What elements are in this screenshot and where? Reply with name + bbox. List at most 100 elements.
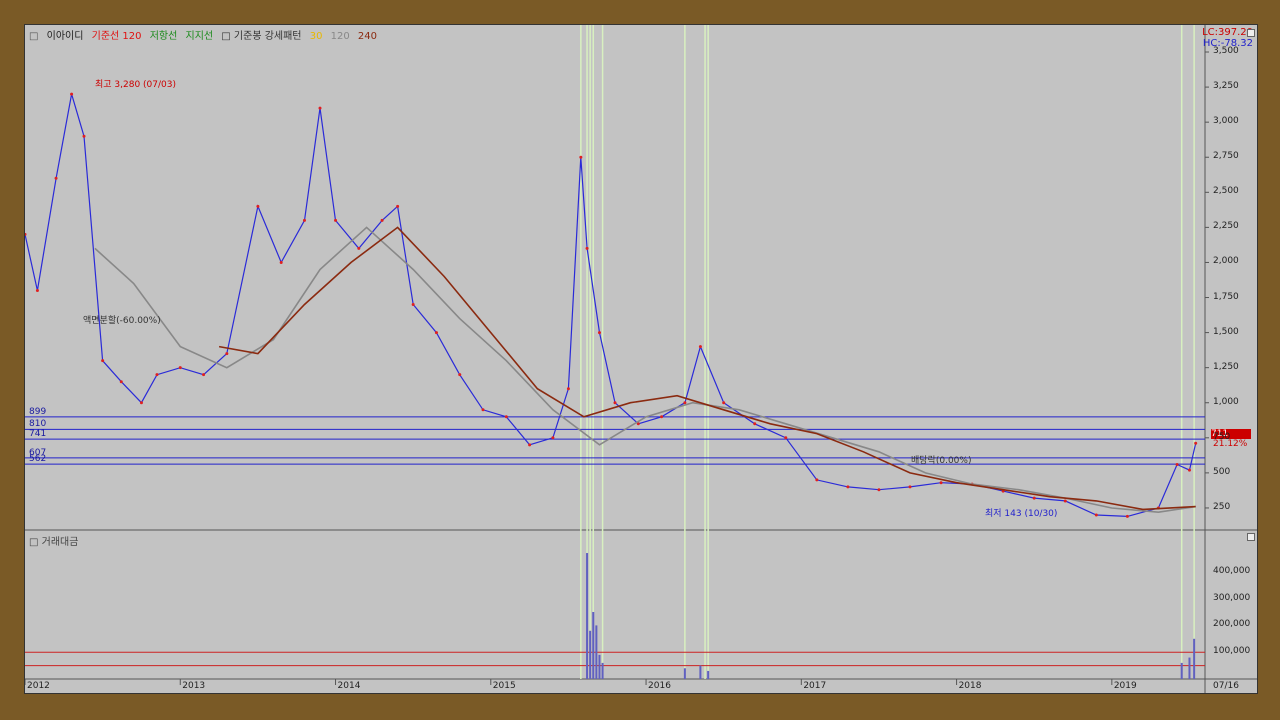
legend-support: 지지선 xyxy=(185,31,214,42)
legend-ma-c: 240 xyxy=(357,31,377,42)
y-tick-label-11: 750 xyxy=(1213,431,1231,442)
y-tick-label-13: 250 xyxy=(1213,501,1231,512)
x-tick-label-8: 07/16 xyxy=(1213,681,1239,691)
price-point-41 xyxy=(877,488,881,492)
volume-bar-2 xyxy=(592,612,595,679)
annotation-dividend: 배당락(0.00%) xyxy=(911,456,972,466)
lc-readout: LC:397.20 xyxy=(1202,27,1253,38)
level-label-2: 741 xyxy=(29,429,47,440)
y-tick-label-1: 3,250 xyxy=(1213,81,1239,92)
price-point-43 xyxy=(939,481,943,485)
chart-svg xyxy=(25,25,1257,693)
chart-legend: □ 이아이디 기준선 120 저항선 지지선 □ 기준봉 강세패턴 30 120… xyxy=(29,27,382,42)
price-point-8 xyxy=(155,373,159,377)
price-point-36 xyxy=(722,401,726,405)
x-tick-label-3: 2015 xyxy=(492,681,516,691)
volume-bar-5 xyxy=(601,662,604,679)
volume-bar-8 xyxy=(707,670,710,679)
price-point-31 xyxy=(613,401,617,405)
price-point-20 xyxy=(411,303,415,307)
price-point-18 xyxy=(380,218,384,222)
volume-bar-6 xyxy=(683,668,686,679)
level-label-0: 899 xyxy=(29,406,47,417)
volume-settings-button[interactable] xyxy=(1247,533,1255,541)
price-point-2 xyxy=(54,176,58,180)
volume-tick-label-0: 400,000 xyxy=(1213,565,1251,576)
y-tick-label-10: 1,000 xyxy=(1213,396,1239,407)
y-tick-label-9: 1,250 xyxy=(1213,361,1239,372)
price-point-14 xyxy=(302,218,306,222)
price-point-24 xyxy=(504,415,508,419)
y-tick-label-7: 1,750 xyxy=(1213,291,1239,302)
price-point-51 xyxy=(1175,462,1179,466)
price-point-48 xyxy=(1094,513,1098,517)
volume-bar-7 xyxy=(699,665,702,679)
price-point-30 xyxy=(597,331,601,335)
price-point-4 xyxy=(82,134,86,138)
price-point-42 xyxy=(908,485,912,489)
legend-ma-a: 30 xyxy=(309,31,323,42)
y-tick-label-12: 500 xyxy=(1213,466,1231,477)
annotation-high: 최고 3,280 (07/03) xyxy=(95,80,177,90)
legend-base-candle: □ 기준봉 강세패턴 xyxy=(221,31,302,42)
volume-bar-10 xyxy=(1188,657,1191,679)
price-point-23 xyxy=(481,408,485,412)
price-point-33 xyxy=(660,415,664,419)
price-point-34 xyxy=(683,401,687,405)
price-point-10 xyxy=(202,373,206,377)
price-point-3 xyxy=(70,92,74,96)
x-tick-label-2: 2014 xyxy=(337,681,361,691)
price-point-21 xyxy=(434,331,438,335)
price-point-26 xyxy=(551,436,555,440)
price-point-49 xyxy=(1125,514,1129,518)
volume-tick-label-2: 200,000 xyxy=(1213,619,1251,630)
price-point-37 xyxy=(753,422,757,426)
price-point-7 xyxy=(139,401,143,405)
price-point-5 xyxy=(101,359,105,363)
price-point-28 xyxy=(579,155,583,159)
price-point-25 xyxy=(528,443,532,447)
price-point-16 xyxy=(334,218,338,222)
price-point-13 xyxy=(279,260,283,264)
price-point-39 xyxy=(815,478,819,482)
price-point-9 xyxy=(178,366,182,370)
x-tick-label-7: 2019 xyxy=(1113,681,1137,691)
volume-label: □ 거래대금 xyxy=(29,533,78,548)
price-point-17 xyxy=(357,246,361,250)
price-point-15 xyxy=(318,106,322,110)
legend-square: □ xyxy=(29,31,39,42)
price-point-40 xyxy=(846,485,850,489)
series-line-0 xyxy=(25,93,1197,518)
price-point-47 xyxy=(1063,499,1067,503)
series-line-2 xyxy=(218,226,1196,511)
x-tick-label-4: 2016 xyxy=(648,681,671,691)
y-tick-label-0: 3,500 xyxy=(1213,46,1239,56)
annotation-low: 최저 143 (10/30) xyxy=(985,509,1058,519)
volume-bar-3 xyxy=(595,625,598,679)
price-point-53 xyxy=(1194,441,1198,445)
volume-label-square: □ xyxy=(29,537,39,548)
legend-name: 이아이디 xyxy=(46,31,84,42)
price-point-0 xyxy=(25,232,27,236)
price-point-27 xyxy=(566,387,570,391)
chart-settings-button[interactable] xyxy=(1247,29,1255,37)
price-point-6 xyxy=(119,380,123,384)
chart-frame: □ 이아이디 기준선 120 저항선 지지선 □ 기준봉 강세패턴 30 120… xyxy=(24,24,1258,694)
x-tick-label-5: 2017 xyxy=(803,681,827,691)
price-point-35 xyxy=(698,345,702,349)
y-tick-label-3: 2,750 xyxy=(1213,151,1239,162)
price-point-19 xyxy=(396,204,400,208)
price-point-1 xyxy=(35,289,39,293)
price-point-38 xyxy=(784,436,788,440)
price-point-52 xyxy=(1187,468,1191,472)
annotation-split: 액면분할(-60.00%) xyxy=(83,316,161,326)
y-tick-label-5: 2,250 xyxy=(1213,221,1239,232)
legend-base-line: 기준선 120 xyxy=(91,31,142,42)
y-tick-label-8: 1,500 xyxy=(1213,326,1239,337)
volume-bar-9 xyxy=(1180,662,1183,679)
volume-label-text: 거래대금 xyxy=(41,537,79,548)
level-label-4: 562 xyxy=(29,454,47,465)
volume-tick-label-3: 100,000 xyxy=(1213,646,1251,657)
x-tick-label-6: 2018 xyxy=(958,681,982,691)
price-point-29 xyxy=(585,246,589,250)
